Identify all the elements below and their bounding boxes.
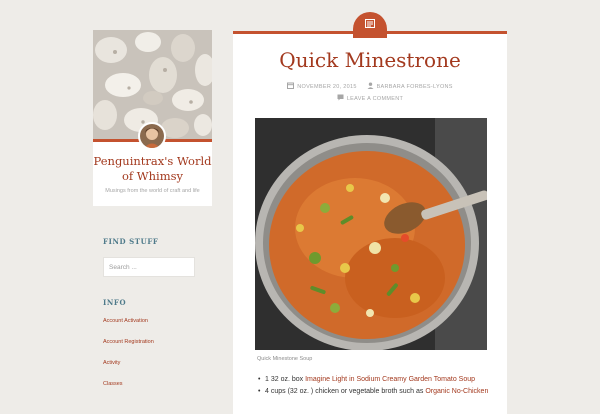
widget-title-info: INFO [103,298,127,307]
ingredient-link[interactable]: Organic No-Chicken [425,388,488,395]
info-link-account-activation[interactable]: Account Activation [103,318,148,324]
author-avatar[interactable] [138,122,166,150]
post-date[interactable]: NOVEMBER 20, 2015 [287,82,357,90]
post-comment-row: LEAVE A COMMENT [233,94,507,102]
info-link-activity[interactable]: Activity [103,360,120,366]
ingredient-text: 1 32 oz. box [265,376,306,383]
photo-caption: Quick Minestone Soup [257,356,313,362]
post-date-text: NOVEMBER 20, 2015 [297,84,357,90]
post-title[interactable]: Quick Minestrone [233,48,507,72]
calendar-icon [287,82,295,89]
bullet-marker: • [258,376,261,383]
info-link-classes[interactable]: Classes [103,381,123,387]
standard-post-icon [365,19,375,28]
site-tagline: Musings from the world of craft and life [105,188,200,194]
leave-comment-link[interactable]: LEAVE A COMMENT [337,94,403,102]
soup-photo[interactable] [255,118,487,350]
leave-comment-text: LEAVE A COMMENT [346,96,404,102]
bullet-marker: • [258,388,261,395]
post-meta-row: NOVEMBER 20, 2015 BARBARA FORBES-LYONS [233,82,507,90]
comment-icon [337,94,344,101]
info-link-account-registration[interactable]: Account Registration [103,339,154,345]
post-author-text: BARBARA FORBES-LYONS [376,84,453,90]
ingredient-list: • 1 32 oz. box Imagine Light in Sodium Cr… [258,374,498,398]
search-input[interactable]: Search ... [103,257,195,277]
user-icon [367,82,374,89]
ingredient-link[interactable]: Imagine Light in Sodium Creamy Garden To… [305,376,475,383]
post-format-badge[interactable] [353,12,387,38]
widget-title-find-stuff: FIND STUFF [103,237,159,246]
post-author[interactable]: BARBARA FORBES-LYONS [367,82,453,90]
ingredient-item: • 1 32 oz. box Imagine Light in Sodium Cr… [258,374,498,386]
site-header-card: Penguintrax's World of Whimsy Musings fr… [93,30,212,206]
site-title[interactable]: Penguintrax's World of Whimsy [93,154,212,184]
ingredient-item: • 4 cups (32 oz. ) chicken or vegetable b… [258,386,498,398]
ingredient-text: 4 cups (32 oz. ) chicken or vegetable br… [265,388,426,395]
